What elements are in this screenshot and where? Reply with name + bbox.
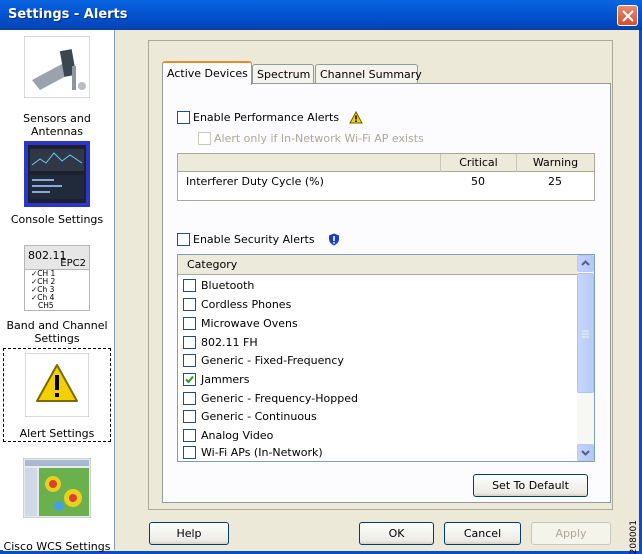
scroll-down-button[interactable] <box>577 444 594 461</box>
tab-active-devices[interactable]: Active Devices <box>162 61 252 85</box>
grip-icon <box>582 330 589 338</box>
band-icon-subtitle: EPC2 <box>60 258 86 269</box>
sidebar-item-label: Console Settings <box>10 213 104 226</box>
enable-security-label: Enable Security Alerts <box>193 232 315 246</box>
enable-performance-label: Enable Performance Alerts <box>193 110 340 124</box>
close-button[interactable] <box>617 5 638 26</box>
grid-header: Critical Warning <box>178 154 594 172</box>
chevron-down-icon <box>581 450 590 456</box>
performance-grid: Critical Warning Interferer Duty Cycle (… <box>177 153 595 201</box>
list-item[interactable]: Bluetooth <box>183 278 254 296</box>
scroll-thumb[interactable] <box>577 273 594 393</box>
sidebar-item-label: Band and Channel Settings <box>6 319 108 345</box>
list-item[interactable]: Generic - Continuous <box>183 409 317 427</box>
list-item[interactable]: 802.11 FH <box>183 335 258 353</box>
sidebar-item-label: Cisco WCS Settings <box>3 540 111 553</box>
tab-spectrum[interactable]: Spectrum <box>252 64 314 84</box>
category-checkbox[interactable] <box>183 445 196 459</box>
category-checkbox[interactable] <box>183 428 196 442</box>
alert-in-network[interactable]: Alert only if In-Network Wi-Fi AP exists <box>198 131 424 145</box>
apply-button[interactable]: Apply <box>531 522 611 545</box>
sidebar-item-band-channel[interactable]: 802.11 EPC2 ✓CH 1 ✓CH 2 ✓Ch 3 ✓Ch 4 CH5 … <box>3 245 111 345</box>
category-header: Category <box>178 255 577 275</box>
list-item[interactable]: Jammers <box>183 372 249 390</box>
enable-security-alerts[interactable]: Enable Security Alerts <box>177 232 340 246</box>
list-item[interactable]: Wi-Fi APs (In-Network) <box>183 445 323 463</box>
sidebar-item-alert[interactable]: Alert Settings <box>3 348 111 442</box>
sidebar-item-wcs[interactable]: Cisco WCS Settings <box>3 458 111 553</box>
category-checkbox[interactable] <box>183 278 196 292</box>
enable-security-checkbox[interactable] <box>177 232 190 246</box>
security-category-list[interactable]: Category Bluetooth Cordless Phones Micro… <box>177 254 595 462</box>
row-name: Interferer Duty Cycle (%) <box>186 175 324 188</box>
sensor-antenna-icon <box>24 36 90 98</box>
shield-icon <box>329 233 340 245</box>
list-item[interactable]: Generic - Frequency-Hopped <box>183 391 358 409</box>
figure-id: 208001 <box>629 520 639 554</box>
title-bar: Settings - Alerts <box>0 0 642 30</box>
tab-channel-summary[interactable]: Channel Summary <box>315 64 422 84</box>
enable-performance-alerts[interactable]: Enable Performance Alerts <box>177 110 363 124</box>
sidebar-item-label: Alert Settings <box>19 427 95 440</box>
enable-performance-checkbox[interactable] <box>177 110 190 124</box>
category-checkbox[interactable] <box>183 353 196 367</box>
category-checkbox[interactable] <box>183 409 196 423</box>
list-item[interactable]: Cordless Phones <box>183 297 291 315</box>
list-item[interactable]: Generic - Fixed-Frequency <box>183 353 344 371</box>
checkmark-icon <box>185 375 194 383</box>
critical-value[interactable]: 50 <box>440 172 516 191</box>
alert-warning-icon <box>25 353 89 417</box>
warning-value[interactable]: 25 <box>516 172 594 191</box>
console-screen-icon <box>24 141 90 207</box>
band-channel-icon: 802.11 EPC2 ✓CH 1 ✓CH 2 ✓Ch 3 ✓Ch 4 CH5 <box>24 245 90 311</box>
close-icon <box>622 10 634 22</box>
category-checkbox[interactable] <box>183 335 196 349</box>
list-item[interactable]: Microwave Ovens <box>183 316 298 334</box>
sidebar-item-console[interactable]: Console Settings <box>3 141 111 226</box>
window-title: Settings - Alerts <box>8 7 128 22</box>
sidebar-item-sensors[interactable]: Sensors and Antennas <box>3 36 111 138</box>
column-critical: Critical <box>440 154 516 172</box>
category-checkbox[interactable] <box>183 391 196 405</box>
category-checkbox[interactable] <box>183 297 196 311</box>
alert-in-network-label: Alert only if In-Network Wi-Fi AP exists <box>214 131 424 145</box>
cancel-button[interactable]: Cancel <box>444 522 521 545</box>
category-checkbox-checked[interactable] <box>183 372 196 386</box>
list-item[interactable]: Analog Video <box>183 428 273 446</box>
warning-icon <box>348 110 363 123</box>
chevron-up-icon <box>581 260 590 266</box>
sidebar-item-label: Sensors and Antennas <box>23 112 91 138</box>
alert-in-network-checkbox[interactable] <box>198 131 211 145</box>
scroll-up-button[interactable] <box>577 255 594 272</box>
column-warning: Warning <box>516 154 594 172</box>
help-button[interactable]: Help <box>149 522 229 545</box>
category-checkbox[interactable] <box>183 316 196 330</box>
category-scrollbar[interactable] <box>577 255 594 461</box>
wcs-map-icon <box>23 458 91 518</box>
channel-label: CH5 <box>38 301 54 310</box>
table-row[interactable]: Interferer Duty Cycle (%) 50 25 <box>178 172 594 192</box>
set-to-default-button[interactable]: Set To Default <box>473 474 588 497</box>
settings-sidebar: Sensors and Antennas Console Settings 80… <box>0 30 115 553</box>
ok-button[interactable]: OK <box>359 522 434 545</box>
